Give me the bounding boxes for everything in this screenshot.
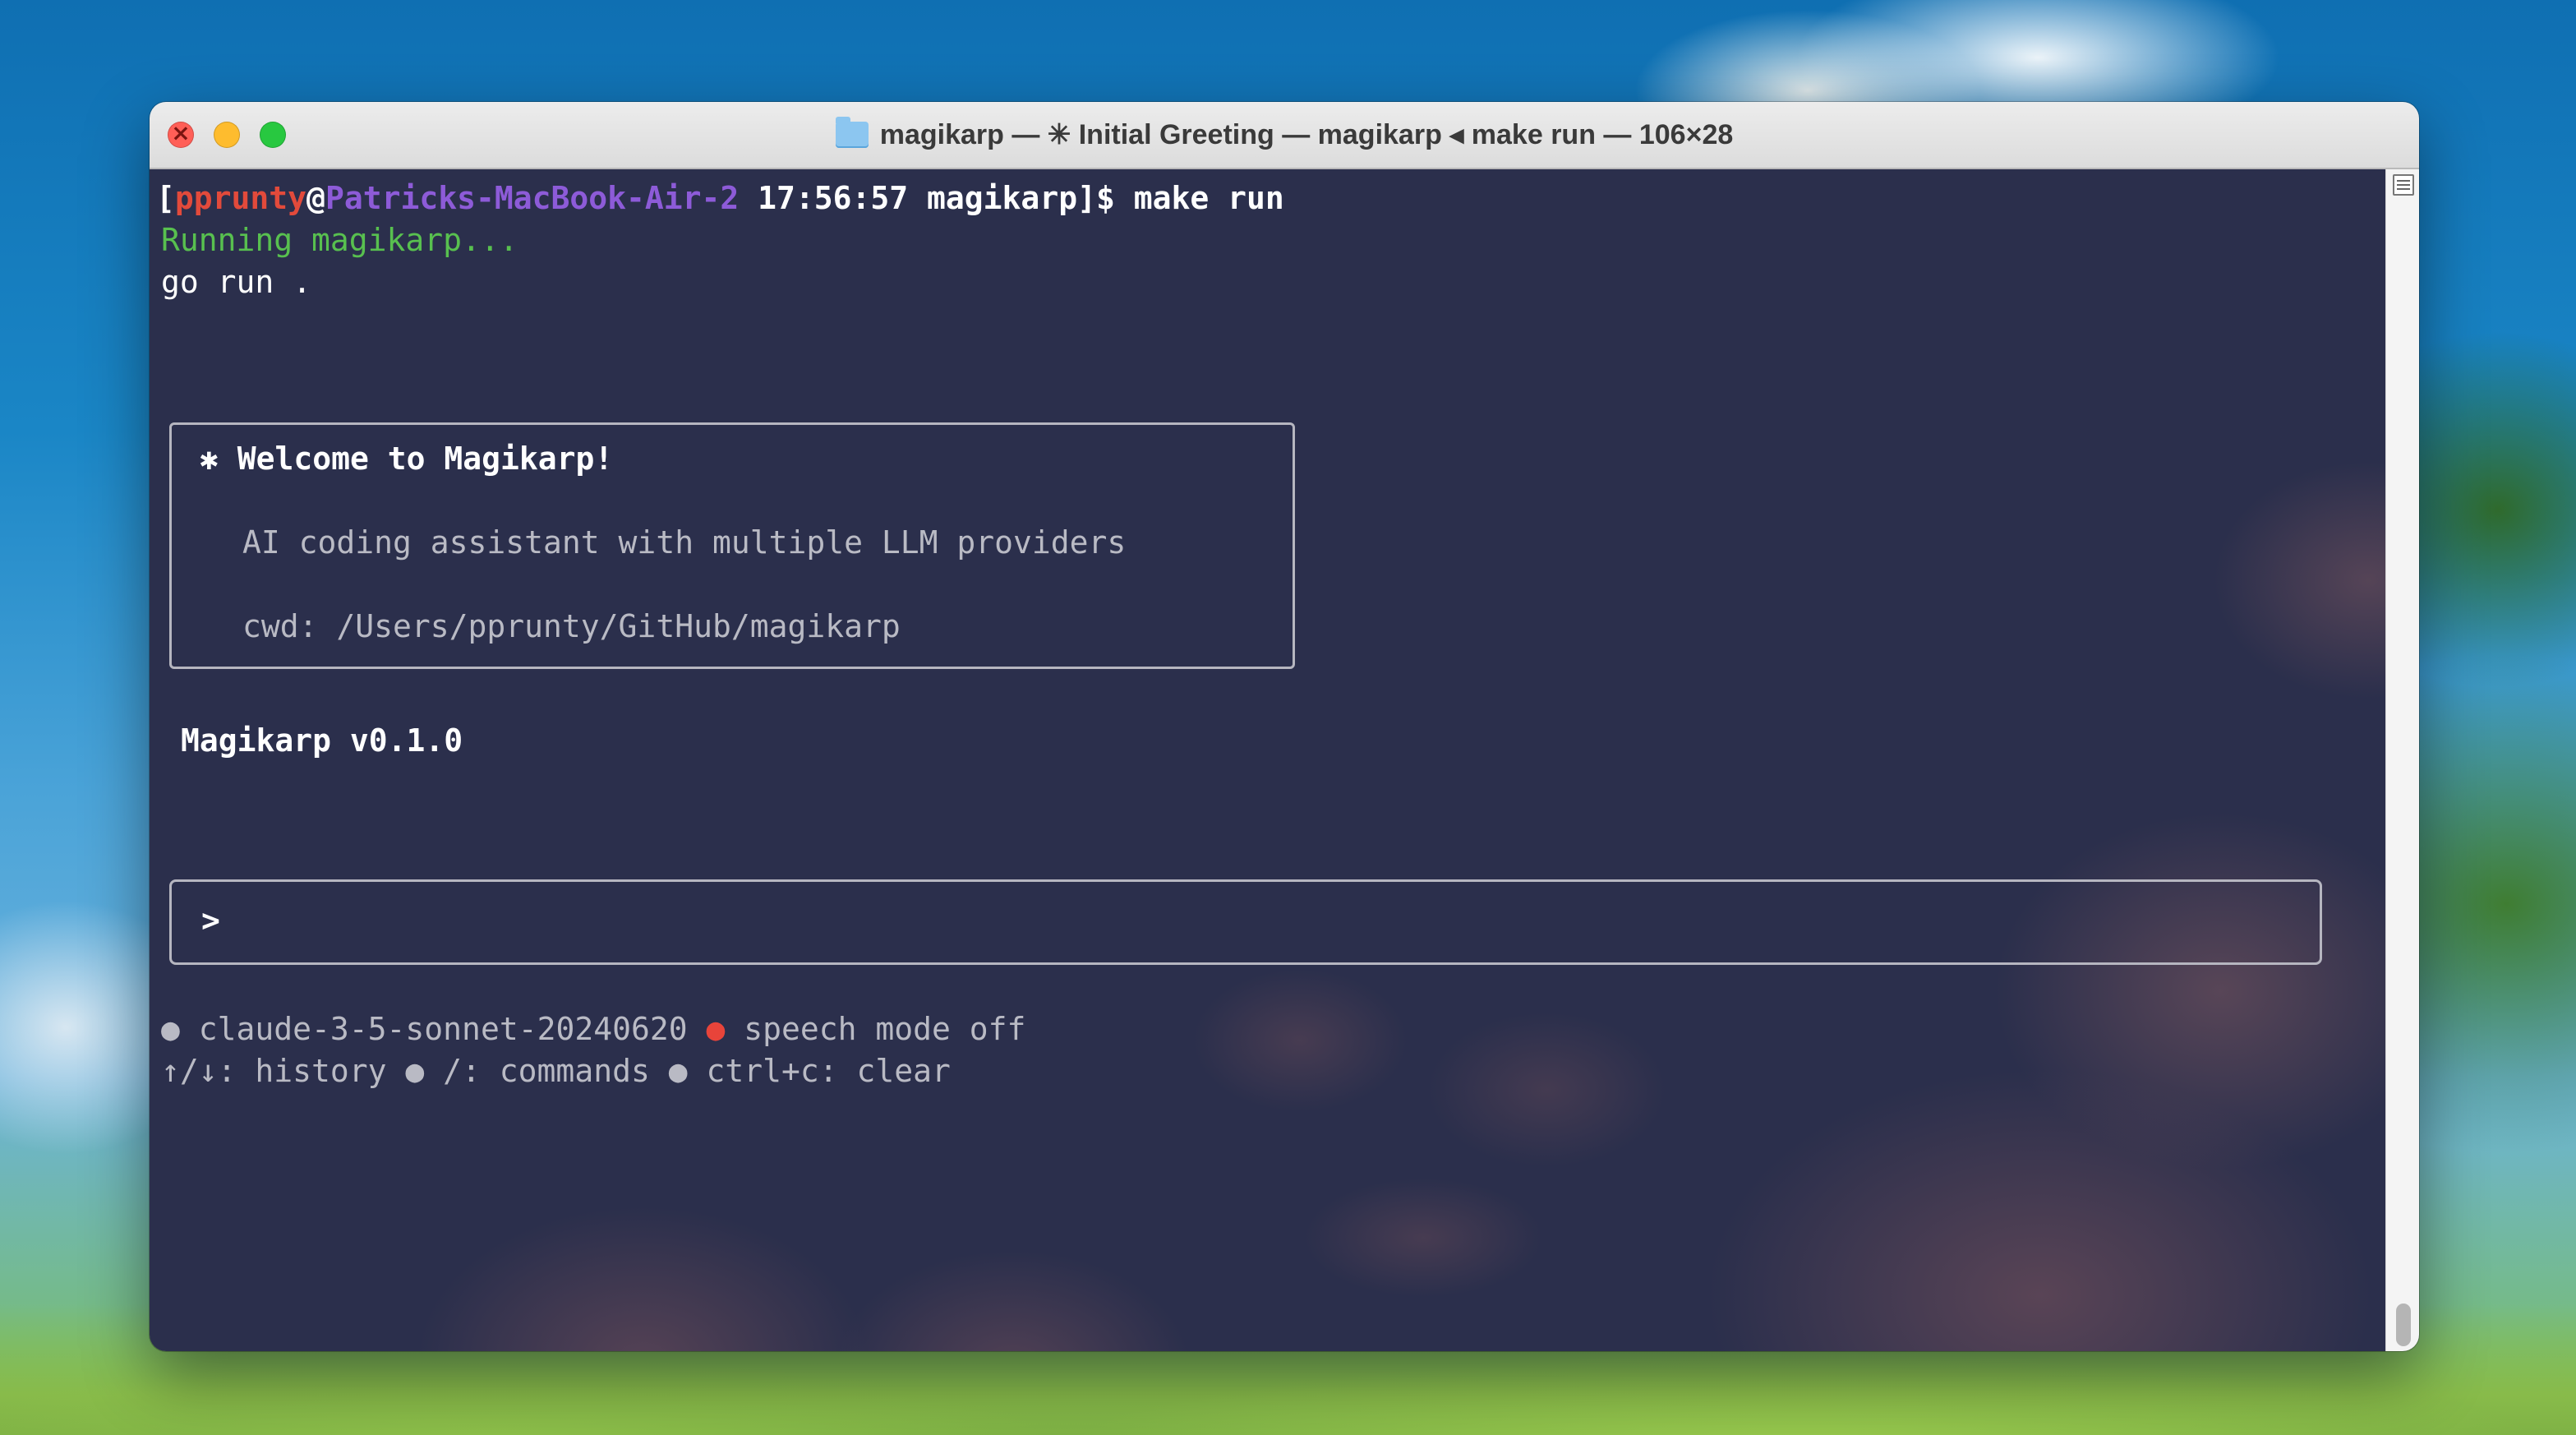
prompt-bracket: [ xyxy=(156,180,175,216)
window-title-group: magikarp — ✳ Initial Greeting — magikarp… xyxy=(835,117,1734,151)
prompt-user: pprunty xyxy=(174,180,307,216)
help-line: ↑/↓: history ● /: commands ● ctrl+c: cle… xyxy=(161,1053,951,1089)
window-titlebar[interactable]: magikarp — ✳ Initial Greeting — magikarp… xyxy=(150,102,2419,169)
speech-mode-status: speech mode off xyxy=(725,1011,1026,1047)
status-line: ● claude-3-5-sonnet-20240620 ● speech mo… xyxy=(161,1008,1025,1050)
chat-input[interactable] xyxy=(237,900,2275,941)
prompt-host: Patricks-MacBook-Air-2 xyxy=(325,180,740,216)
welcome-description: AI coding assistant with multiple LLM pr… xyxy=(242,524,1127,561)
terminal-window[interactable]: magikarp — ✳ Initial Greeting — magikarp… xyxy=(150,102,2419,1351)
welcome-heading: ✱ Welcome to Magikarp! xyxy=(200,441,614,477)
model-status-dot: ● xyxy=(161,1011,180,1047)
folder-icon xyxy=(835,117,869,148)
chat-input-box[interactable]: > xyxy=(169,879,2322,965)
window-title: magikarp — ✳ Initial Greeting — magikarp… xyxy=(879,119,1734,150)
window-controls xyxy=(168,119,286,148)
welcome-cwd: cwd: /Users/pprunty/GitHub/magikarp xyxy=(242,608,901,644)
terminal-scrollbar[interactable] xyxy=(2385,169,2419,1351)
prompt-at: @ xyxy=(306,180,325,216)
menu-icon[interactable] xyxy=(2393,174,2414,196)
zoom-button[interactable] xyxy=(260,122,286,148)
welcome-box: ✱ Welcome to Magikarp! AI coding assista… xyxy=(169,422,1295,669)
prompt-command: make run xyxy=(1133,180,1284,216)
version-label: Magikarp v0.1.0 xyxy=(181,722,463,759)
scrollbar-thumb[interactable] xyxy=(2396,1303,2411,1346)
input-prompt-symbol: > xyxy=(201,902,220,939)
running-line: Running magikarp... xyxy=(161,222,518,258)
model-name: claude-3-5-sonnet-20240620 xyxy=(179,1011,707,1047)
minimize-button[interactable] xyxy=(214,122,240,148)
go-run-line: go run . xyxy=(161,264,312,300)
prompt-time-dir: 17:56:57 magikarp]$ xyxy=(739,180,1134,216)
terminal-content[interactable]: [pprunty@Patricks-MacBook-Air-2 17:56:57… xyxy=(150,169,2419,1351)
speech-status-dot: ● xyxy=(706,1011,726,1047)
close-button[interactable] xyxy=(168,119,194,148)
shell-prompt-line: [pprunty@Patricks-MacBook-Air-2 17:56:57… xyxy=(156,178,1284,219)
